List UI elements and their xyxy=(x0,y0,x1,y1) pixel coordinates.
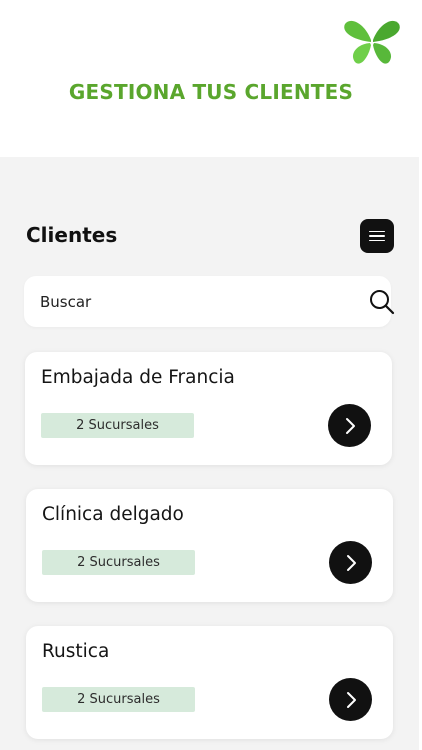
chevron-right-icon xyxy=(346,691,356,708)
hamburger-menu-icon xyxy=(369,230,385,233)
client-card[interactable]: Rustica 2 Sucursales xyxy=(26,626,393,739)
open-client-button[interactable] xyxy=(329,678,372,721)
chevron-right-icon xyxy=(345,417,355,434)
search-icon[interactable] xyxy=(368,288,396,316)
open-client-button[interactable] xyxy=(329,541,372,584)
header: GESTIONA TUS CLIENTES xyxy=(0,0,422,157)
content-area: Clientes Embajada de Francia 2 Sucursale… xyxy=(0,157,419,750)
branch-count-badge: 2 Sucursales xyxy=(41,413,194,438)
hamburger-line xyxy=(369,235,385,237)
client-card[interactable]: Embajada de Francia 2 Sucursales xyxy=(25,352,392,465)
app-screen: GESTIONA TUS CLIENTES Clientes Embajada … xyxy=(0,0,422,750)
client-name: Clínica delgado xyxy=(42,504,184,525)
search-box xyxy=(24,276,395,327)
search-input[interactable] xyxy=(40,276,330,327)
menu-button[interactable] xyxy=(360,219,394,253)
app-title: GESTIONA TUS CLIENTES xyxy=(68,80,354,104)
section-title: Clientes xyxy=(26,223,118,247)
client-name: Embajada de Francia xyxy=(41,367,235,388)
branch-count-badge: 2 Sucursales xyxy=(42,550,195,575)
client-name: Rustica xyxy=(42,641,110,662)
chevron-right-icon xyxy=(346,554,356,571)
branch-count-badge: 2 Sucursales xyxy=(42,687,195,712)
butterfly-logo-icon xyxy=(344,20,400,64)
client-card[interactable]: Clínica delgado 2 Sucursales xyxy=(26,489,393,602)
open-client-button[interactable] xyxy=(328,404,371,447)
hamburger-line xyxy=(369,239,385,242)
